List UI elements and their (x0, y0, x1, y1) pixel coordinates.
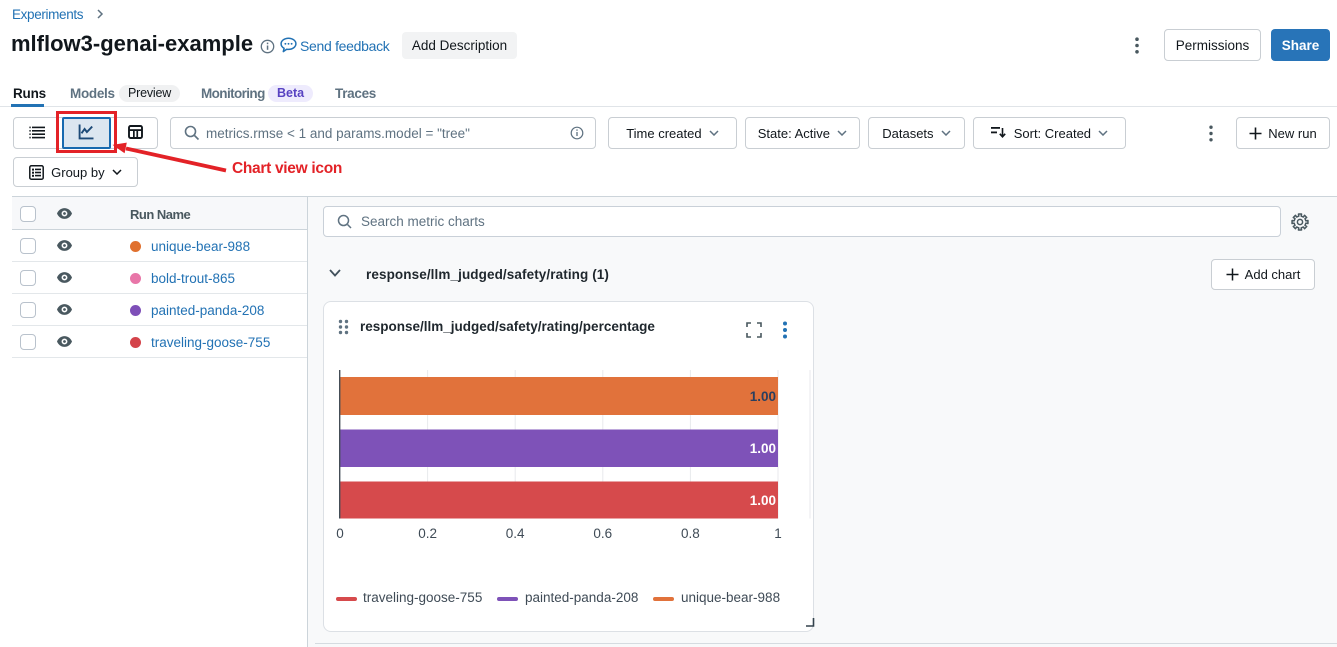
svg-text:1.00: 1.00 (750, 441, 776, 456)
svg-text:0.2: 0.2 (418, 526, 437, 541)
svg-text:1.00: 1.00 (750, 493, 776, 508)
svg-text:1: 1 (774, 526, 782, 541)
svg-text:0.8: 0.8 (681, 526, 700, 541)
svg-text:0.6: 0.6 (593, 526, 612, 541)
svg-text:0: 0 (336, 526, 344, 541)
svg-text:1.00: 1.00 (750, 389, 776, 404)
svg-text:0.4: 0.4 (506, 526, 525, 541)
